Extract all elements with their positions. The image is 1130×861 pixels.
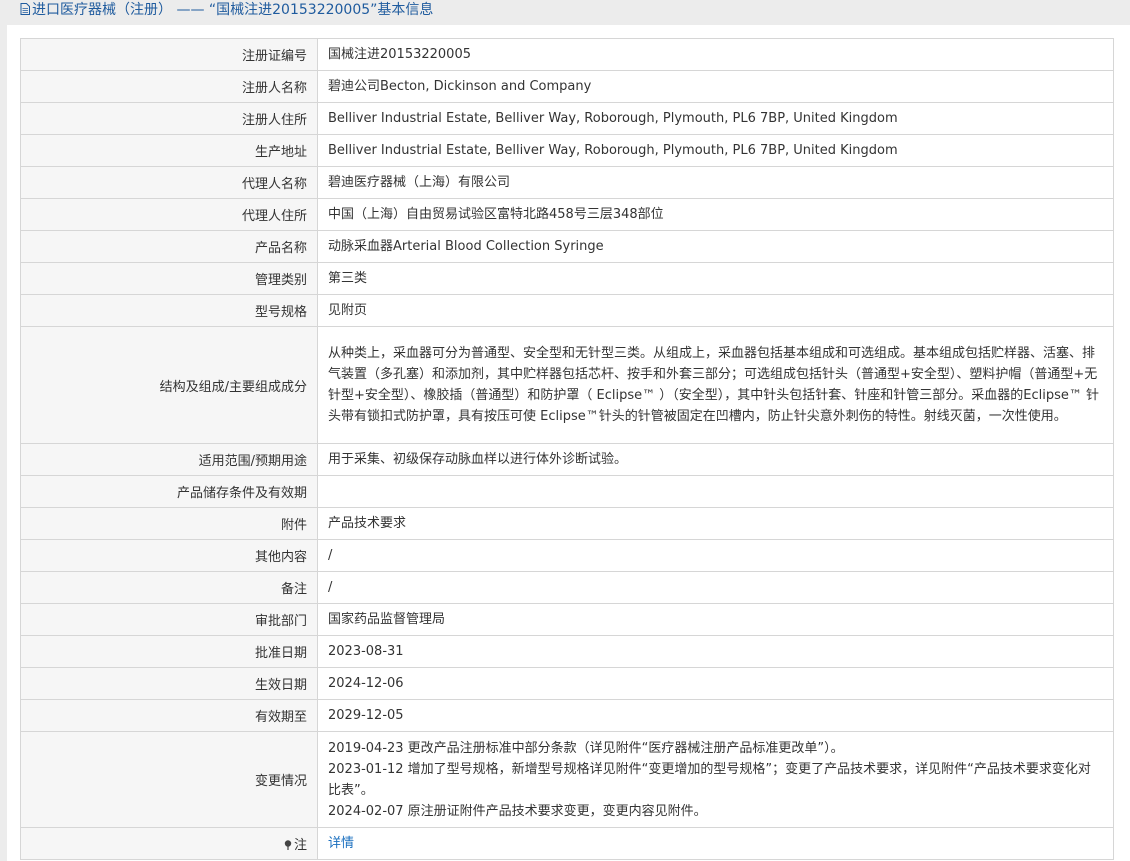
- field-label: 生效日期: [20, 667, 318, 700]
- table-row: 其他内容 /: [20, 539, 1114, 572]
- info-table: 注册证编号 国械注进20153220005 注册人名称 碧迪公司Becton, …: [20, 38, 1114, 860]
- document-icon: [20, 3, 30, 15]
- field-value: 2029-12-05: [317, 699, 1114, 732]
- table-row: 代理人名称 碧迪医疗器械（上海）有限公司: [20, 166, 1114, 199]
- table-row: 管理类别 第三类: [20, 262, 1114, 295]
- field-label: 产品名称: [20, 230, 318, 263]
- field-label: 结构及组成/主要组成成分: [20, 326, 318, 444]
- field-label: 注册人住所: [20, 102, 318, 135]
- field-label: 注册人名称: [20, 70, 318, 103]
- table-row: 变更情况 2019-04-23 更改产品注册标准中部分条款（详见附件“医疗器械注…: [20, 731, 1114, 828]
- field-label: 适用范围/预期用途: [20, 443, 318, 476]
- field-value: 国家药品监督管理局: [317, 603, 1114, 636]
- field-label: 注: [293, 838, 307, 853]
- field-label: 型号规格: [20, 294, 318, 327]
- field-value: [317, 475, 1114, 508]
- table-row: 附件 产品技术要求: [20, 507, 1114, 540]
- field-value: 2024-12-06: [317, 667, 1114, 700]
- field-label: 其他内容: [20, 539, 318, 572]
- field-value: 动脉采血器Arterial Blood Collection Syringe: [317, 230, 1114, 263]
- table-row: 结构及组成/主要组成成分 从种类上，采血器可分为普通型、安全型和无针型三类。从组…: [20, 326, 1114, 444]
- field-value: Belliver Industrial Estate, Belliver Way…: [317, 134, 1114, 167]
- field-value: 国械注进20153220005: [317, 38, 1114, 71]
- field-label: 备注: [20, 571, 318, 604]
- field-label: 代理人住所: [20, 198, 318, 231]
- field-value: 用于采集、初级保存动脉血样以进行体外诊断试验。: [317, 443, 1114, 476]
- field-label: 批准日期: [20, 635, 318, 668]
- table-row: 产品名称 动脉采血器Arterial Blood Collection Syri…: [20, 230, 1114, 263]
- field-label: 变更情况: [20, 731, 318, 828]
- details-link[interactable]: 详情: [328, 836, 354, 851]
- table-row: 注册人住所 Belliver Industrial Estate, Belliv…: [20, 102, 1114, 135]
- field-value: Belliver Industrial Estate, Belliver Way…: [317, 102, 1114, 135]
- field-label: 代理人名称: [20, 166, 318, 199]
- field-value: 第三类: [317, 262, 1114, 295]
- table-row: 批准日期 2023-08-31: [20, 635, 1114, 668]
- page-title: 进口医疗器械（注册） —— “国械注进20153220005”基本信息: [32, 2, 434, 18]
- field-value: 从种类上，采血器可分为普通型、安全型和无针型三类。从组成上，采血器包括基本组成和…: [317, 326, 1114, 444]
- table-row: 生产地址 Belliver Industrial Estate, Bellive…: [20, 134, 1114, 167]
- field-value: 中国（上海）自由贸易试验区富特北路458号三层348部位: [317, 198, 1114, 231]
- table-row: 型号规格 见附页: [20, 294, 1114, 327]
- table-row: 备注 /: [20, 571, 1114, 604]
- table-row: 代理人住所 中国（上海）自由贸易试验区富特北路458号三层348部位: [20, 198, 1114, 231]
- page-header: 进口医疗器械（注册） —— “国械注进20153220005”基本信息: [0, 0, 1130, 24]
- table-row: 有效期至 2029-12-05: [20, 699, 1114, 732]
- table-row: 适用范围/预期用途 用于采集、初级保存动脉血样以进行体外诊断试验。: [20, 443, 1114, 476]
- change-entry: 2019-04-23 更改产品注册标准中部分条款（详见附件“医疗器械注册产品标准…: [328, 740, 844, 756]
- table-row: 注 详情: [20, 827, 1114, 860]
- note-label: 注: [20, 827, 318, 860]
- change-entry: 2024-02-07 原注册证附件产品技术要求变更，变更内容见附件。: [328, 803, 707, 819]
- field-value: 碧迪公司Becton, Dickinson and Company: [317, 70, 1114, 103]
- change-history: 2019-04-23 更改产品注册标准中部分条款（详见附件“医疗器械注册产品标准…: [317, 731, 1114, 828]
- info-panel: 注册证编号 国械注进20153220005 注册人名称 碧迪公司Becton, …: [7, 25, 1130, 861]
- field-label: 产品储存条件及有效期: [20, 475, 318, 508]
- field-value: 碧迪医疗器械（上海）有限公司: [317, 166, 1114, 199]
- field-label: 生产地址: [20, 134, 318, 167]
- table-row: 审批部门 国家药品监督管理局: [20, 603, 1114, 636]
- field-value: 见附页: [317, 294, 1114, 327]
- pin-icon: [284, 840, 292, 850]
- field-label: 有效期至: [20, 699, 318, 732]
- field-value: /: [317, 571, 1114, 604]
- field-value: 产品技术要求: [317, 507, 1114, 540]
- field-label: 附件: [20, 507, 318, 540]
- table-row: 生效日期 2024-12-06: [20, 667, 1114, 700]
- field-value: 2023-08-31: [317, 635, 1114, 668]
- table-row: 注册证编号 国械注进20153220005: [20, 38, 1114, 71]
- field-label: 审批部门: [20, 603, 318, 636]
- field-label: 管理类别: [20, 262, 318, 295]
- field-value: /: [317, 539, 1114, 572]
- table-row: 注册人名称 碧迪公司Becton, Dickinson and Company: [20, 70, 1114, 103]
- field-value: 详情: [317, 827, 1114, 860]
- table-row: 产品储存条件及有效期: [20, 475, 1114, 508]
- field-label: 注册证编号: [20, 38, 318, 71]
- change-entry: 2023-01-12 增加了型号规格，新增型号规格详见附件“变更增加的型号规格”…: [328, 761, 1091, 798]
